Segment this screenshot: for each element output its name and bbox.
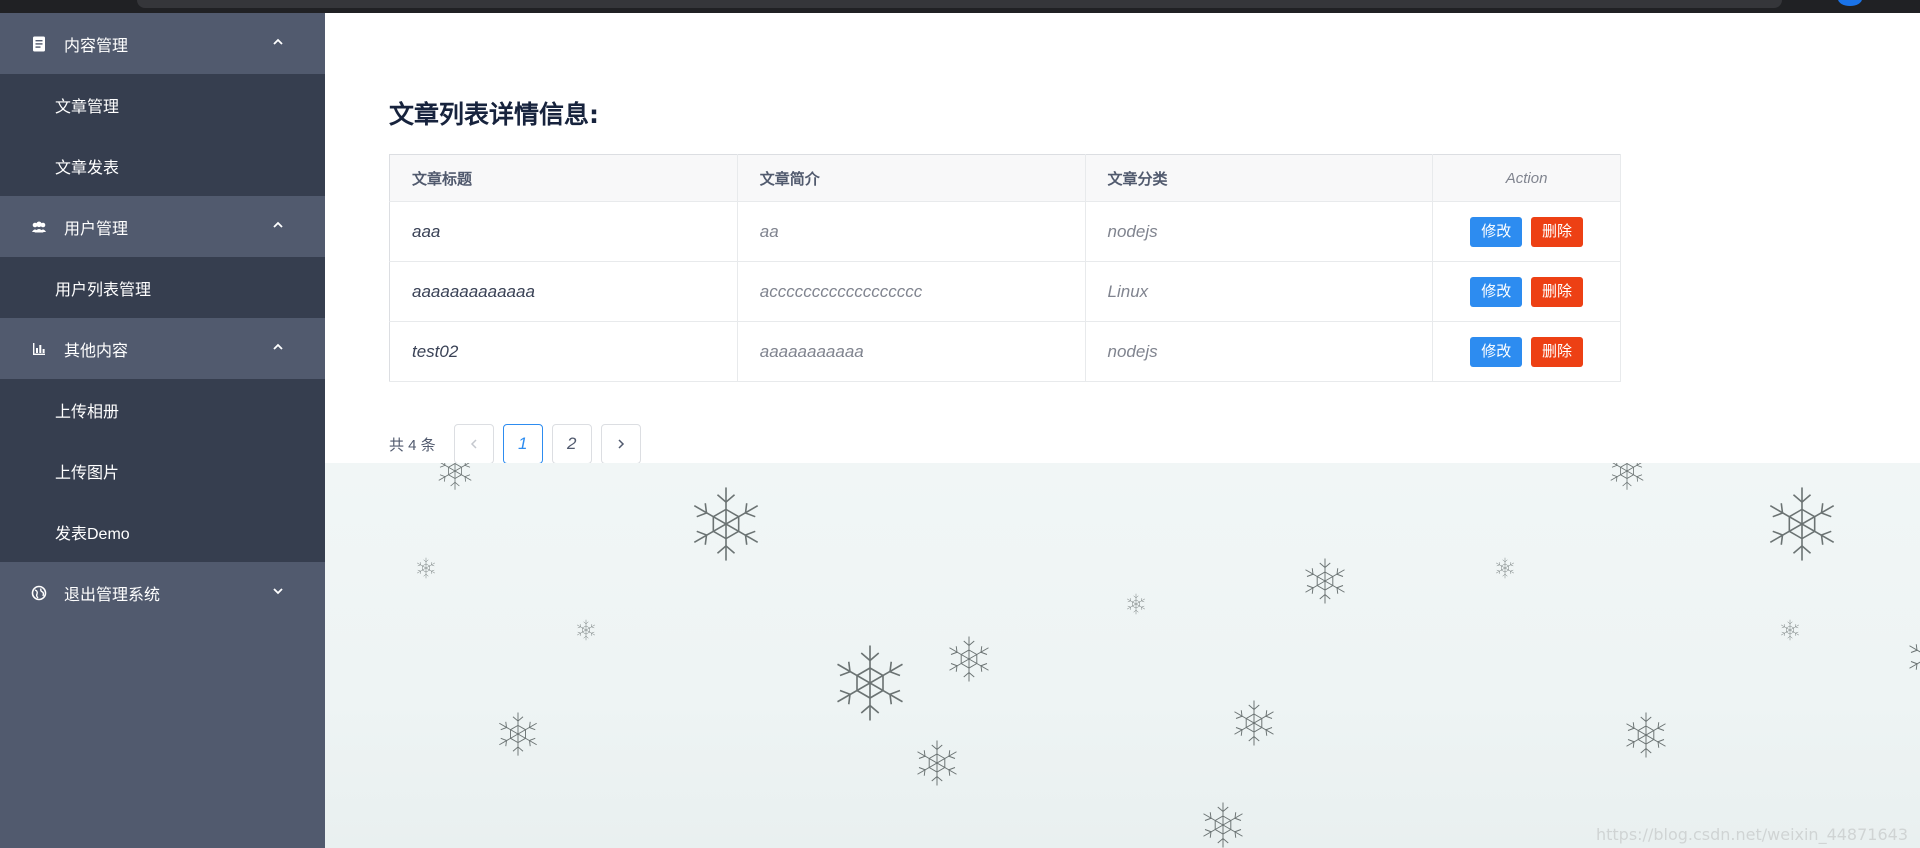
menu-item-upload-album[interactable]: 上传相册: [0, 379, 325, 440]
snowflake-icon: [917, 740, 957, 786]
column-header-action: Action: [1432, 154, 1621, 202]
table-row: aaa aa nodejs 修改 删除: [389, 201, 1621, 262]
menu-item-article-publish[interactable]: 文章发表: [0, 135, 325, 196]
pagination-total: 共 4 条: [389, 436, 436, 454]
page-button[interactable]: 2: [551, 424, 592, 464]
snowflake-icon: [576, 619, 596, 641]
cell-summary: acccccccccccccccccc: [737, 261, 1086, 322]
cell-action: 修改 删除: [1432, 261, 1621, 322]
snowflake-icon: [1126, 593, 1146, 615]
next-page-button[interactable]: [600, 424, 641, 464]
chevron-right-icon: [618, 439, 624, 449]
snowflake-icon: [1234, 700, 1274, 746]
delete-button[interactable]: 删除: [1530, 216, 1583, 247]
cell-title: test02: [389, 321, 738, 382]
cell-category: Linux: [1085, 261, 1434, 322]
sidebar-menu: 内容管理 文章管理 文章发表 用户管理 用户列表管理 其他内容 上传相册 上传图…: [0, 13, 325, 848]
snowflake-icon: [498, 711, 538, 757]
snowflake-icon: [1610, 463, 1644, 491]
chevron-up-icon: [273, 38, 283, 45]
snowflake-icon: [836, 644, 904, 722]
document-icon: [30, 35, 48, 53]
submenu-content-management[interactable]: 内容管理: [0, 13, 325, 74]
table-row: test02 aaaaaaaaaaa nodejs 修改 删除: [389, 321, 1621, 382]
chevron-up-icon: [273, 221, 283, 228]
snowflake-icon: [438, 463, 472, 491]
address-bar[interactable]: [137, 0, 1782, 8]
submenu-list: 文章管理 文章发表: [0, 74, 325, 196]
snowflake-icon: [1909, 634, 1920, 680]
submenu-user-management[interactable]: 用户管理: [0, 196, 325, 257]
chevron-down-icon: [273, 588, 283, 595]
menu-item-label: 上传相册: [55, 403, 120, 421]
snowflake-icon: [949, 636, 989, 682]
snowflake-icon: [1769, 486, 1835, 562]
column-header-summary: 文章简介: [737, 154, 1086, 202]
menu-item-upload-image[interactable]: 上传图片: [0, 440, 325, 501]
submenu-list: 用户列表管理: [0, 257, 325, 318]
cell-title: aaa: [389, 201, 738, 262]
snowflake-icon: [693, 486, 759, 562]
globe-icon: [30, 584, 48, 602]
cell-category: nodejs: [1085, 201, 1434, 262]
table-row: aaaaaaaaaaaaa acccccccccccccccccc Linux …: [389, 261, 1621, 322]
edit-button[interactable]: 修改: [1470, 216, 1523, 247]
pagination: 共 4 条 1 2: [389, 424, 650, 464]
edit-button[interactable]: 修改: [1470, 336, 1523, 367]
menu-item-user-list[interactable]: 用户列表管理: [0, 257, 325, 318]
snow-background: https://blog.csdn.net/weixin_44871643: [325, 463, 1920, 848]
cell-action: 修改 删除: [1432, 321, 1621, 382]
menu-item-label: 上传图片: [55, 464, 120, 482]
column-header-category: 文章分类: [1085, 154, 1434, 202]
submenu-title: 内容管理: [64, 37, 129, 55]
snowflake-icon: [1780, 619, 1800, 641]
snowflake-icon: [1626, 712, 1666, 758]
main-content: 文章列表详情信息: 文章标题 文章简介 文章分类 Action aaa aa n…: [325, 13, 1920, 464]
submenu-title: 退出管理系统: [64, 586, 161, 604]
menu-item-label: 文章管理: [55, 98, 120, 116]
snowflake-icon: [1203, 802, 1243, 848]
page-button[interactable]: 1: [502, 424, 543, 464]
delete-button[interactable]: 删除: [1530, 276, 1583, 307]
cell-summary: aa: [737, 201, 1086, 262]
menu-item-label: 文章发表: [55, 159, 120, 177]
snowflake-icon: [416, 557, 436, 579]
menu-item-publish-demo[interactable]: 发表Demo: [0, 501, 325, 562]
prev-page-button[interactable]: [453, 424, 494, 464]
submenu-title: 用户管理: [64, 220, 129, 238]
submenu-logout[interactable]: 退出管理系统: [0, 562, 325, 623]
delete-button[interactable]: 删除: [1530, 336, 1583, 367]
cell-category: nodejs: [1085, 321, 1434, 382]
submenu-list: 上传相册 上传图片 发表Demo: [0, 379, 325, 562]
edit-button[interactable]: 修改: [1470, 276, 1523, 307]
table-header-row: 文章标题 文章简介 文章分类 Action: [389, 154, 1621, 202]
profile-avatar[interactable]: [1838, 0, 1862, 6]
cell-summary: aaaaaaaaaaa: [737, 321, 1086, 382]
page-title: 文章列表详情信息:: [389, 100, 599, 129]
cell-action: 修改 删除: [1432, 201, 1621, 262]
watermark-text: https://blog.csdn.net/weixin_44871643: [1595, 825, 1908, 844]
article-table: 文章标题 文章简介 文章分类 Action aaa aa nodejs 修改 删…: [389, 154, 1621, 382]
column-header-title: 文章标题: [389, 154, 738, 202]
submenu-title: 其他内容: [64, 342, 129, 360]
snowflake-icon: [1305, 558, 1345, 604]
menu-item-label: 发表Demo: [55, 525, 130, 543]
snowflake-icon: [1495, 557, 1515, 579]
chevron-left-icon: [470, 439, 477, 449]
people-icon: [30, 218, 48, 236]
browser-top-bar: [0, 0, 1920, 13]
menu-item-article-management[interactable]: 文章管理: [0, 74, 325, 135]
menu-item-label: 用户列表管理: [55, 281, 152, 299]
submenu-other-content[interactable]: 其他内容: [0, 318, 325, 379]
stats-icon: [30, 340, 48, 358]
chevron-up-icon: [273, 343, 283, 350]
cell-title: aaaaaaaaaaaaa: [389, 261, 738, 322]
